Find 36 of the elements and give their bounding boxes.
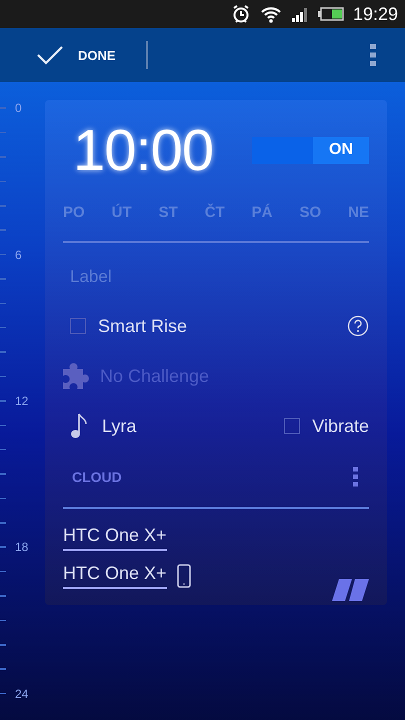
done-button[interactable]: DONE xyxy=(36,45,116,65)
overflow-menu-icon xyxy=(353,467,359,487)
clock-time: 19:29 xyxy=(352,4,398,24)
weekday-toggle[interactable]: ÚT xyxy=(112,204,132,221)
hour-label: 24 xyxy=(15,686,28,701)
checkbox[interactable] xyxy=(70,318,86,334)
device-name[interactable]: HTC One X+ xyxy=(63,563,167,589)
weekday-toggle[interactable]: PÁ xyxy=(252,204,273,221)
hour-label: 6 xyxy=(15,248,22,262)
checkbox[interactable] xyxy=(284,418,300,434)
device-name[interactable]: HTC One X+ xyxy=(63,525,167,551)
section-header: CLOUD xyxy=(72,469,122,485)
hour-label: 18 xyxy=(15,540,28,554)
parallelogram-logo-icon xyxy=(331,579,369,601)
wifi-icon xyxy=(260,5,282,23)
weekday-toggle[interactable]: PO xyxy=(63,204,85,221)
ringtone-label[interactable]: Lyra xyxy=(102,416,136,436)
alarm-clock-icon xyxy=(230,4,251,24)
on-off-toggle[interactable]: ON xyxy=(252,136,369,164)
weekday-toggle[interactable]: ČT xyxy=(204,204,225,221)
help-icon xyxy=(347,315,369,337)
hour-label: 0 xyxy=(15,101,22,116)
weekday-toggle[interactable]: NE xyxy=(348,204,369,221)
overflow-menu-icon xyxy=(369,43,377,67)
alarm-time[interactable]: 10:00 xyxy=(73,116,214,184)
weekday-toggle[interactable]: SO xyxy=(299,204,322,221)
option-label: Smart Rise xyxy=(98,316,188,336)
puzzle-piece-icon xyxy=(63,363,91,389)
label-field[interactable]: Label xyxy=(63,265,369,289)
signal-icon xyxy=(290,6,309,22)
hour-label: 12 xyxy=(15,394,28,408)
checkmark-icon xyxy=(36,45,64,65)
weekday-toggle[interactable]: ST xyxy=(158,204,178,221)
option-label: Vibrate xyxy=(312,416,369,436)
phone-icon xyxy=(176,564,191,588)
battery-icon xyxy=(318,7,344,21)
